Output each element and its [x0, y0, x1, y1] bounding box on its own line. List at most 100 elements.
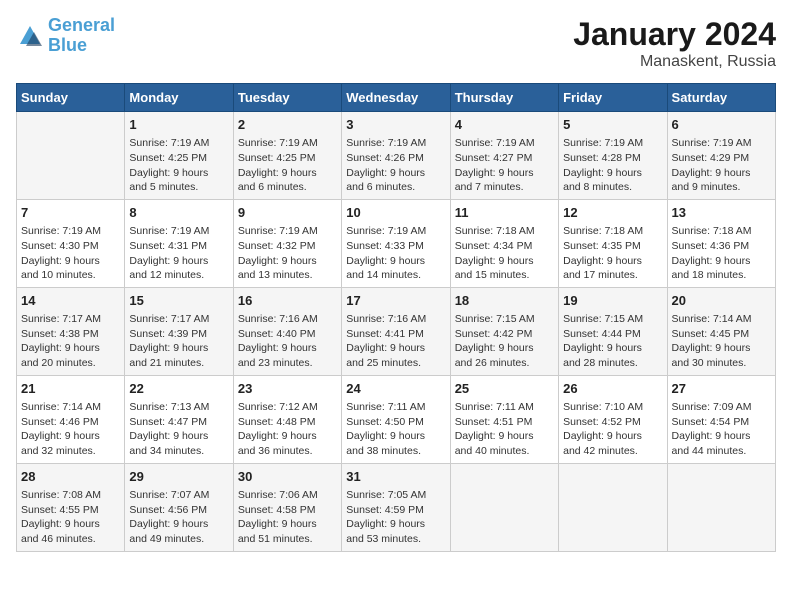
day-info: Sunrise: 7:17 AMSunset: 4:38 PMDaylight:…	[21, 312, 120, 371]
calendar-cell: 19 Sunrise: 7:15 AMSunset: 4:44 PMDayligh…	[559, 287, 667, 375]
calendar-cell: 22Sunrise: 7:13 AMSunset: 4:47 PMDayligh…	[125, 375, 233, 463]
calendar-cell	[450, 463, 558, 551]
day-number: 9	[238, 204, 337, 222]
week-row-2: 7 Sunrise: 7:19 AMSunset: 4:30 PMDaylight…	[17, 199, 776, 287]
day-info: Sunrise: 7:10 AMSunset: 4:52 PMDaylight:…	[563, 400, 662, 459]
calendar-cell: 8 Sunrise: 7:19 AMSunset: 4:31 PMDaylight…	[125, 199, 233, 287]
calendar-cell: 6Sunrise: 7:19 AMSunset: 4:29 PMDaylight…	[667, 112, 775, 200]
header-cell-tuesday: Tuesday	[233, 84, 341, 112]
day-info: Sunrise: 7:16 AMSunset: 4:41 PMDaylight:…	[346, 312, 445, 371]
calendar-cell: 15Sunrise: 7:17 AMSunset: 4:39 PMDayligh…	[125, 287, 233, 375]
day-info: Sunrise: 7:19 AMSunset: 4:31 PMDaylight:…	[129, 224, 228, 283]
day-number: 14	[21, 292, 120, 310]
calendar-cell: 26 Sunrise: 7:10 AMSunset: 4:52 PMDayligh…	[559, 375, 667, 463]
week-row-4: 21Sunrise: 7:14 AMSunset: 4:46 PMDayligh…	[17, 375, 776, 463]
day-info: Sunrise: 7:15 AMSunset: 4:44 PMDaylight:…	[563, 312, 662, 371]
calendar-table: SundayMondayTuesdayWednesdayThursdayFrid…	[16, 83, 776, 552]
calendar-cell: 10 Sunrise: 7:19 AMSunset: 4:33 PMDayligh…	[342, 199, 450, 287]
day-info: Sunrise: 7:08 AMSunset: 4:55 PMDaylight:…	[21, 488, 120, 547]
day-number: 19	[563, 292, 662, 310]
calendar-cell: 23 Sunrise: 7:12 AMSunset: 4:48 PMDayligh…	[233, 375, 341, 463]
day-info: Sunrise: 7:05 AMSunset: 4:59 PMDaylight:…	[346, 488, 445, 547]
day-number: 25	[455, 380, 554, 398]
calendar-cell: 29 Sunrise: 7:07 AMSunset: 4:56 PMDayligh…	[125, 463, 233, 551]
day-number: 3	[346, 116, 445, 134]
calendar-cell: 18Sunrise: 7:15 AMSunset: 4:42 PMDayligh…	[450, 287, 558, 375]
day-number: 27	[672, 380, 771, 398]
day-number: 2	[238, 116, 337, 134]
calendar-cell: 25 Sunrise: 7:11 AMSunset: 4:51 PMDayligh…	[450, 375, 558, 463]
calendar-cell: 9Sunrise: 7:19 AMSunset: 4:32 PMDaylight…	[233, 199, 341, 287]
calendar-header-row: SundayMondayTuesdayWednesdayThursdayFrid…	[17, 84, 776, 112]
page-header: General Blue January 2024 Manaskent, Rus…	[16, 16, 776, 71]
day-info: Sunrise: 7:09 AMSunset: 4:54 PMDaylight:…	[672, 400, 771, 459]
day-number: 20	[672, 292, 771, 310]
location-subtitle: Manaskent, Russia	[573, 53, 776, 71]
day-number: 28	[21, 468, 120, 486]
calendar-cell: 28 Sunrise: 7:08 AMSunset: 4:55 PMDayligh…	[17, 463, 125, 551]
header-cell-monday: Monday	[125, 84, 233, 112]
calendar-cell: 4 Sunrise: 7:19 AMSunset: 4:27 PMDaylight…	[450, 112, 558, 200]
calendar-cell: 5 Sunrise: 7:19 AMSunset: 4:28 PMDaylight…	[559, 112, 667, 200]
day-info: Sunrise: 7:19 AMSunset: 4:33 PMDaylight:…	[346, 224, 445, 283]
header-cell-sunday: Sunday	[17, 84, 125, 112]
day-info: Sunrise: 7:19 AMSunset: 4:27 PMDaylight:…	[455, 136, 554, 195]
logo: General Blue	[16, 16, 115, 56]
calendar-cell: 11Sunrise: 7:18 AMSunset: 4:34 PMDayligh…	[450, 199, 558, 287]
logo-icon	[16, 22, 44, 50]
calendar-cell: 14 Sunrise: 7:17 AMSunset: 4:38 PMDayligh…	[17, 287, 125, 375]
day-number: 21	[21, 380, 120, 398]
day-number: 18	[455, 292, 554, 310]
day-number: 7	[21, 204, 120, 222]
calendar-cell: 7 Sunrise: 7:19 AMSunset: 4:30 PMDaylight…	[17, 199, 125, 287]
calendar-cell: 30 Sunrise: 7:06 AMSunset: 4:58 PMDayligh…	[233, 463, 341, 551]
day-number: 24	[346, 380, 445, 398]
day-number: 12	[563, 204, 662, 222]
day-info: Sunrise: 7:19 AMSunset: 4:28 PMDaylight:…	[563, 136, 662, 195]
day-number: 31	[346, 468, 445, 486]
calendar-cell: 27 Sunrise: 7:09 AMSunset: 4:54 PMDayligh…	[667, 375, 775, 463]
calendar-cell: 1Sunrise: 7:19 AMSunset: 4:25 PMDaylight…	[125, 112, 233, 200]
week-row-5: 28 Sunrise: 7:08 AMSunset: 4:55 PMDayligh…	[17, 463, 776, 551]
day-info: Sunrise: 7:14 AMSunset: 4:45 PMDaylight:…	[672, 312, 771, 371]
day-number: 15	[129, 292, 228, 310]
calendar-cell: 13Sunrise: 7:18 AMSunset: 4:36 PMDayligh…	[667, 199, 775, 287]
day-number: 4	[455, 116, 554, 134]
day-number: 26	[563, 380, 662, 398]
day-info: Sunrise: 7:16 AMSunset: 4:40 PMDaylight:…	[238, 312, 337, 371]
day-number: 8	[129, 204, 228, 222]
day-info: Sunrise: 7:18 AMSunset: 4:35 PMDaylight:…	[563, 224, 662, 283]
header-cell-thursday: Thursday	[450, 84, 558, 112]
day-number: 29	[129, 468, 228, 486]
day-info: Sunrise: 7:18 AMSunset: 4:36 PMDaylight:…	[672, 224, 771, 283]
calendar-cell: 16Sunrise: 7:16 AMSunset: 4:40 PMDayligh…	[233, 287, 341, 375]
calendar-cell: 21Sunrise: 7:14 AMSunset: 4:46 PMDayligh…	[17, 375, 125, 463]
week-row-3: 14 Sunrise: 7:17 AMSunset: 4:38 PMDayligh…	[17, 287, 776, 375]
day-info: Sunrise: 7:11 AMSunset: 4:51 PMDaylight:…	[455, 400, 554, 459]
day-info: Sunrise: 7:18 AMSunset: 4:34 PMDaylight:…	[455, 224, 554, 283]
day-info: Sunrise: 7:19 AMSunset: 4:30 PMDaylight:…	[21, 224, 120, 283]
day-info: Sunrise: 7:06 AMSunset: 4:58 PMDaylight:…	[238, 488, 337, 547]
calendar-cell	[559, 463, 667, 551]
day-number: 1	[129, 116, 228, 134]
day-info: Sunrise: 7:12 AMSunset: 4:48 PMDaylight:…	[238, 400, 337, 459]
calendar-cell: 17 Sunrise: 7:16 AMSunset: 4:41 PMDayligh…	[342, 287, 450, 375]
week-row-1: 1 Sunrise: 7:19 AMSunset: 4:25 PMDaylight…	[17, 112, 776, 200]
day-number: 6	[672, 116, 771, 134]
calendar-cell	[667, 463, 775, 551]
day-number: 17	[346, 292, 445, 310]
calendar-cell: 31 Sunrise: 7:05 AMSunset: 4:59 PMDayligh…	[342, 463, 450, 551]
header-cell-wednesday: Wednesday	[342, 84, 450, 112]
day-info: Sunrise: 7:13 AMSunset: 4:47 PMDaylight:…	[129, 400, 228, 459]
day-number: 30	[238, 468, 337, 486]
header-cell-saturday: Saturday	[667, 84, 775, 112]
day-info: Sunrise: 7:19 AMSunset: 4:25 PMDaylight:…	[238, 136, 337, 195]
month-title: January 2024	[573, 16, 776, 53]
day-info: Sunrise: 7:19 AMSunset: 4:26 PMDaylight:…	[346, 136, 445, 195]
calendar-cell	[17, 112, 125, 200]
day-info: Sunrise: 7:07 AMSunset: 4:56 PMDaylight:…	[129, 488, 228, 547]
day-number: 10	[346, 204, 445, 222]
day-number: 23	[238, 380, 337, 398]
title-block: January 2024 Manaskent, Russia	[573, 16, 776, 71]
day-number: 5	[563, 116, 662, 134]
